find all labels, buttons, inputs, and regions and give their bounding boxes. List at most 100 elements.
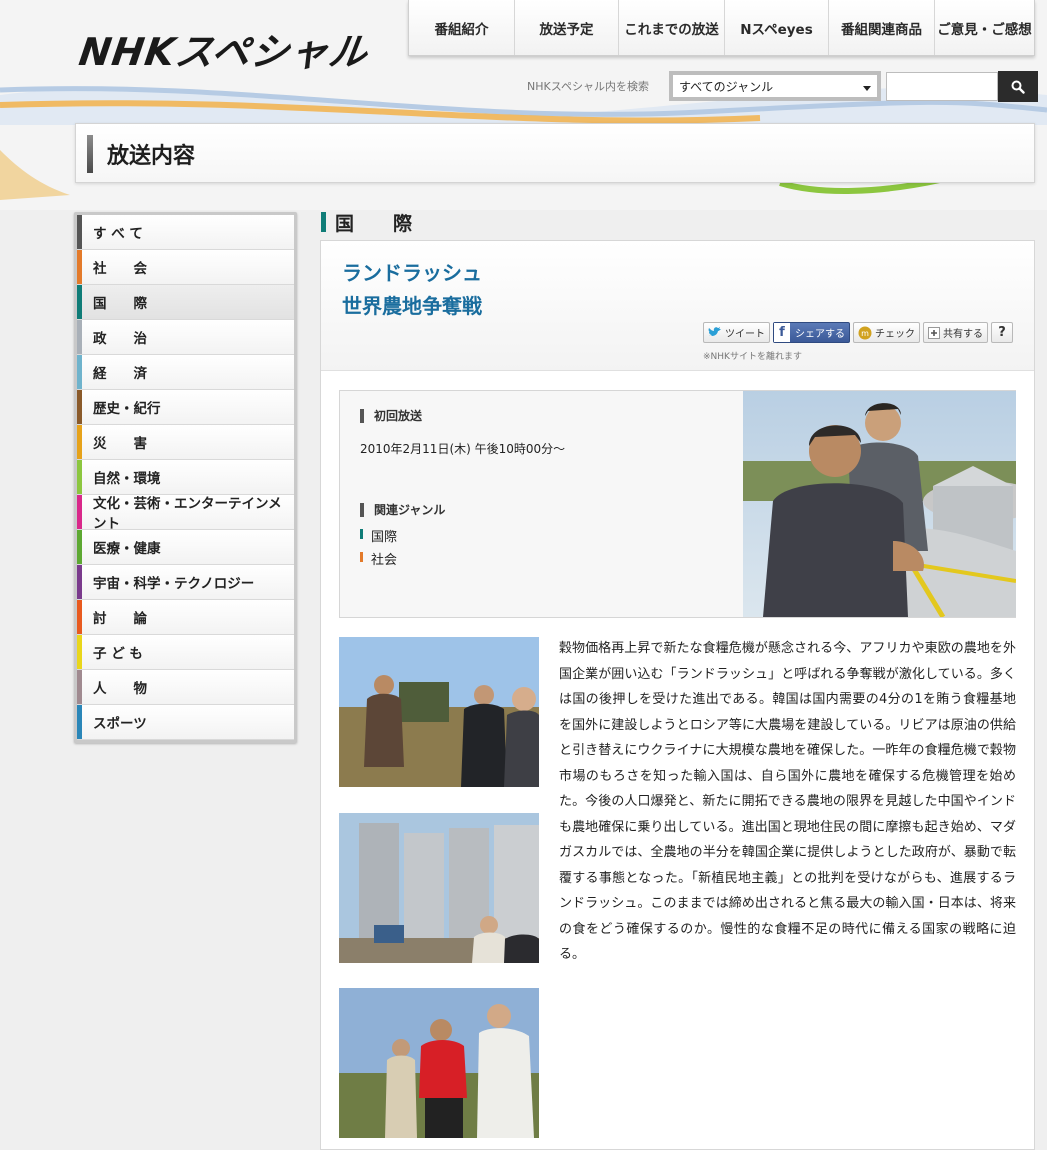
sidebar-item-label: 討 論	[93, 611, 147, 627]
sidebar-item-label: 政 治	[93, 331, 147, 347]
program-header: ランドラッシュ 世界農地争奪戦 ツイート f シェアする m チェック 共有する…	[321, 241, 1034, 371]
sidebar-item-label: スポーツ	[93, 716, 147, 732]
genre-color-marker	[360, 529, 363, 539]
photo-red-shirt	[339, 988, 539, 1138]
sidebar-item-label: 医療・健康	[93, 541, 161, 557]
facebook-share-button[interactable]: f シェアする	[773, 322, 850, 343]
nav-program-intro[interactable]: 番組紹介	[409, 0, 515, 55]
sidebar-item-label: 人 物	[93, 681, 147, 697]
genre-select[interactable]: すべてのジャンル	[669, 71, 881, 101]
related-genre-label: 関連ジャンル	[360, 503, 445, 517]
program-title-line1: ランドラッシュ	[342, 261, 482, 285]
genre-color-strip	[77, 355, 82, 389]
tweet-label: ツイート	[725, 329, 765, 340]
program-title: ランドラッシュ 世界農地争奪戦	[342, 257, 482, 323]
sidebar-item-label: 歴史・紀行	[93, 401, 161, 417]
sidebar-item[interactable]: 経 済	[77, 355, 294, 390]
genre-color-strip	[77, 250, 82, 284]
tweet-button[interactable]: ツイート	[703, 322, 770, 343]
sidebar-item[interactable]: 医療・健康	[77, 530, 294, 565]
genre-color-strip	[77, 285, 82, 319]
program-description: 穀物価格再上昇で新たな食糧危機が懸念される今、アフリカや東欧の農地を外国企業が囲…	[559, 641, 1016, 962]
photo-field-men	[339, 637, 539, 787]
sidebar-item[interactable]: 歴史・紀行	[77, 390, 294, 425]
mixi-icon: m	[858, 326, 872, 340]
sidebar-item[interactable]: 子 ど も	[77, 635, 294, 670]
plus-share-label: 共有する	[943, 329, 983, 340]
search-label: NHKスペシャル内を検索	[527, 80, 649, 93]
section-accent-bar	[321, 212, 326, 232]
sidebar-item[interactable]: 文化・芸術・エンターテインメント	[77, 495, 294, 532]
external-site-note: ※NHKサイトを離れます	[703, 352, 802, 362]
mixi-check-label: チェック	[875, 329, 915, 340]
sidebar-item-label: 社 会	[93, 261, 147, 277]
main-photo-silo	[743, 391, 1016, 617]
genre-color-strip	[77, 215, 82, 249]
genre-color-strip	[77, 530, 82, 564]
page-title: 放送内容	[107, 144, 196, 169]
google-plus-share-button[interactable]: 共有する	[923, 322, 988, 343]
top-navigation: 番組紹介 放送予定 これまでの放送 Nスペeyes 番組関連商品 ご意見・ご感想	[408, 0, 1035, 56]
title-accent-bar	[87, 135, 93, 173]
genre-color-strip	[77, 460, 82, 494]
first-air-label: 初回放送	[360, 409, 422, 423]
sidebar-item[interactable]: スポーツ	[77, 705, 294, 740]
genre-color-strip	[77, 495, 82, 529]
sidebar-item[interactable]: す べ て	[77, 215, 294, 250]
nav-nspe-eyes[interactable]: Nスペeyes	[725, 0, 829, 55]
page-title-box: 放送内容	[75, 123, 1035, 183]
related-genre-kokusai[interactable]: 国際	[360, 526, 397, 545]
sidebar-item[interactable]: 宇宙・科学・テクノロジー	[77, 565, 294, 600]
sidebar-item[interactable]: 災 害	[77, 425, 294, 460]
sidebar-item[interactable]: 社 会	[77, 250, 294, 285]
social-buttons: ツイート f シェアする m チェック 共有する ?	[703, 322, 1013, 343]
genre-color-strip	[77, 635, 82, 669]
nhk-special-logo[interactable]: NHKスペシャル	[76, 22, 378, 74]
help-icon: ?	[998, 325, 1006, 340]
nav-past-broadcasts[interactable]: これまでの放送	[619, 0, 725, 55]
sidebar-item[interactable]: 国 際	[77, 285, 294, 320]
genre-sidebar: す べ て社 会国 際政 治経 済歴史・紀行災 害自然・環境文化・芸術・エンター…	[74, 212, 297, 743]
facebook-share-label: シェアする	[795, 329, 845, 340]
search-input[interactable]	[886, 72, 998, 101]
sidebar-item-label: 子 ど も	[93, 646, 143, 662]
plus-icon	[928, 326, 940, 339]
sidebar-item[interactable]: 自然・環境	[77, 460, 294, 495]
section-heading: 国 際	[321, 210, 423, 235]
help-button[interactable]: ?	[991, 322, 1013, 343]
related-genre-shakai[interactable]: 社会	[360, 549, 397, 568]
sidebar-item[interactable]: 討 論	[77, 600, 294, 635]
genre-color-strip	[77, 670, 82, 704]
genre-color-strip	[77, 565, 82, 599]
mixi-check-button[interactable]: m チェック	[853, 322, 920, 343]
sidebar-item-label: 宇宙・科学・テクノロジー	[93, 576, 255, 592]
sidebar-item-label: 国 際	[93, 296, 147, 312]
nav-schedule[interactable]: 放送予定	[515, 0, 619, 55]
genre-color-strip	[77, 425, 82, 459]
search-icon	[1011, 80, 1025, 94]
sidebar-item-label: 災 害	[93, 436, 147, 452]
related-genre-shakai-label: 社会	[371, 553, 398, 568]
section-label: 国 際	[335, 212, 423, 235]
sidebar-item-label: 自然・環境	[93, 471, 161, 487]
photo-grain-silos	[339, 813, 539, 963]
chevron-down-icon	[863, 86, 871, 91]
sidebar-item[interactable]: 人 物	[77, 670, 294, 705]
first-air-date: 2010年2月11日(木) 午後10時00分～	[360, 442, 566, 456]
search-button[interactable]	[998, 71, 1038, 102]
related-genre-kokusai-label: 国際	[371, 530, 398, 545]
facebook-icon: f	[774, 323, 790, 342]
nav-feedback[interactable]: ご意見・ご感想	[935, 0, 1034, 55]
genre-color-strip	[77, 600, 82, 634]
svg-text:m: m	[861, 329, 869, 338]
sidebar-item-label: す べ て	[93, 226, 143, 242]
program-detail: ランドラッシュ 世界農地争奪戦 ツイート f シェアする m チェック 共有する…	[320, 240, 1035, 1150]
sidebar-item-label: 文化・芸術・エンターテインメント	[93, 496, 282, 532]
genre-color-strip	[77, 320, 82, 354]
sidebar-item-label: 経 済	[93, 366, 147, 382]
genre-color-strip	[77, 390, 82, 424]
broadcast-info-box: 初回放送 2010年2月11日(木) 午後10時00分～ 関連ジャンル 国際 社…	[339, 390, 1016, 618]
genre-color-strip	[77, 705, 82, 739]
sidebar-item[interactable]: 政 治	[77, 320, 294, 355]
nav-products[interactable]: 番組関連商品	[829, 0, 935, 55]
